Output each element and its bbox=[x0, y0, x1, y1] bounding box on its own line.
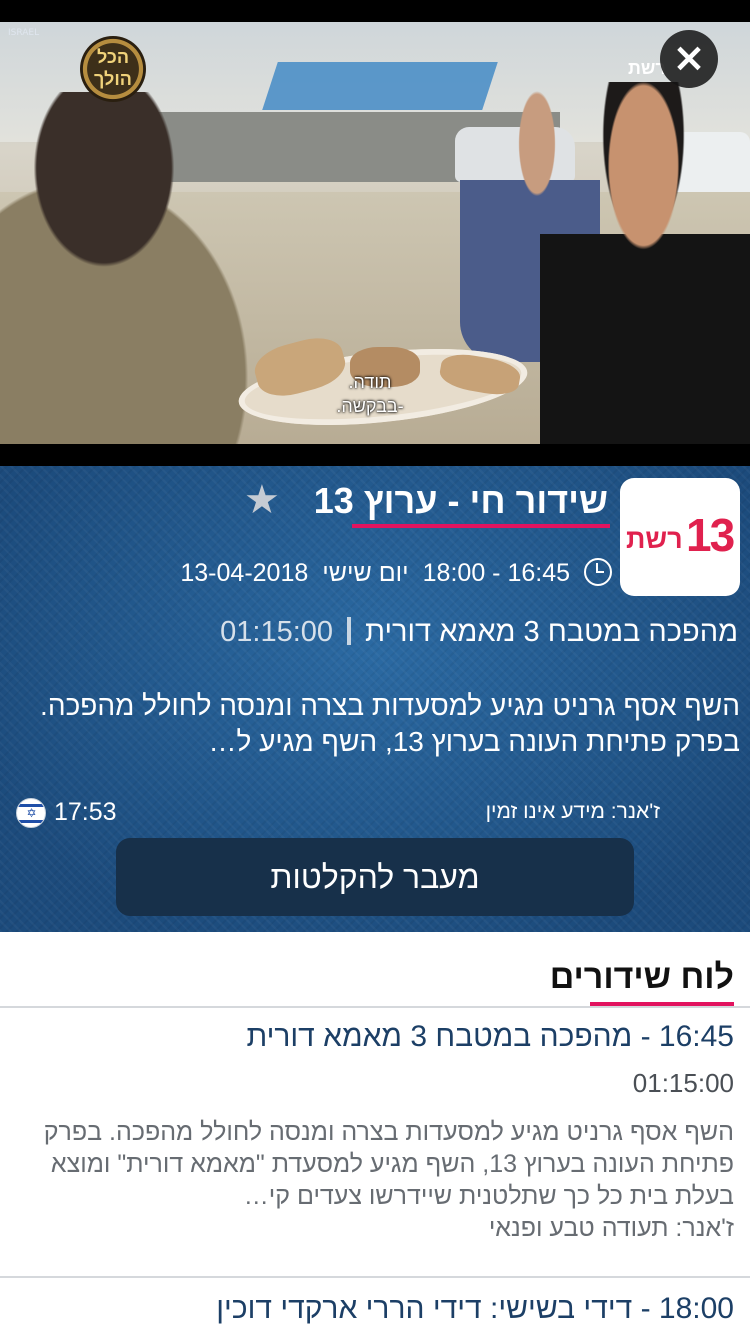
program-description: השף אסף גרניט מגיע למסעדות בצרה ומנסה לח… bbox=[40, 690, 740, 757]
top-status-strip bbox=[0, 0, 750, 22]
live-title: שידור חי - ערוץ 13 bbox=[313, 480, 608, 521]
star-icon[interactable]: ★ bbox=[244, 478, 280, 522]
channel-name: רשת bbox=[626, 524, 683, 554]
video-subtitle: תודה. -בבקשה. bbox=[300, 370, 440, 418]
date-label: 13-04-2018 bbox=[180, 559, 309, 587]
divider bbox=[0, 1006, 750, 1008]
schedule-item-name: דידי בשישי: דידי הררי ארקדי דוכין bbox=[216, 1292, 633, 1325]
divider bbox=[347, 617, 352, 645]
schedule-item-title[interactable]: 18:00 - דידי בשישי: דידי הררי ארקדי דוכי… bbox=[216, 1292, 734, 1326]
schedule-item-name: מהפכה במטבח 3 מאמא דורית bbox=[246, 1020, 633, 1053]
day-label: יום שישי bbox=[322, 559, 409, 587]
subtitle-line: -בבקשה. bbox=[336, 396, 404, 416]
video-player[interactable]: ISRAEL הכל הולך רשת תודה. -בבקשה. bbox=[0, 22, 750, 444]
program-row: מהפכה במטבח 3 מאמא דורית 01:15:00 bbox=[220, 616, 738, 649]
go-to-recordings-button[interactable]: מעבר להקלטות bbox=[116, 838, 634, 916]
title-underline bbox=[352, 524, 610, 528]
divider bbox=[0, 1276, 750, 1278]
flag-stripe bbox=[17, 820, 45, 823]
program-title: מהפכה במטבח 3 מאמא דורית bbox=[365, 616, 738, 648]
video-bottom-band bbox=[0, 444, 750, 466]
show-logo: הכל הולך bbox=[80, 36, 146, 102]
subtitle-line: תודה. bbox=[348, 372, 392, 392]
israel-flag-icon: ✡ bbox=[16, 798, 46, 828]
schedule-item-genre: ז'אנר: תעודה טבע ופנאי bbox=[488, 1214, 734, 1242]
schedule-item-duration: 01:15:00 bbox=[632, 1068, 734, 1098]
clock-icon bbox=[584, 558, 612, 586]
channel-logo[interactable]: 13 רשת bbox=[620, 478, 740, 596]
video-scene-person bbox=[540, 82, 750, 444]
live-info-panel: 13 רשת שידור חי - ערוץ 13 16:45 - 18:00 י… bbox=[0, 466, 750, 932]
channel-number: 13 bbox=[686, 509, 735, 561]
schedule-heading: לוח שידורים bbox=[549, 958, 734, 996]
schedule-item-description-text: השף אסף גרניט מגיע למסעדות בצרה ומנסה לח… bbox=[43, 1118, 734, 1210]
current-time: 17:53 bbox=[54, 798, 117, 826]
video-network-tag: ISRAEL bbox=[8, 28, 40, 38]
schedule-item-title[interactable]: 16:45 - מהפכה במטבח 3 מאמא דורית bbox=[246, 1020, 734, 1054]
star-of-david-icon: ✡ bbox=[26, 806, 37, 820]
schedule-item-time: 16:45 bbox=[658, 1020, 734, 1053]
time-range: 16:45 - 18:00 bbox=[422, 559, 570, 587]
broadcast-time-row: 16:45 - 18:00 יום שישי 13-04-2018 bbox=[166, 558, 612, 588]
schedule-item-dash: - bbox=[632, 1292, 651, 1325]
schedule-item-time: 18:00 bbox=[658, 1292, 734, 1325]
program-duration: 01:15:00 bbox=[220, 616, 334, 648]
close-icon[interactable]: × bbox=[660, 30, 718, 88]
schedule-item-dash: - bbox=[632, 1020, 651, 1053]
schedule-item-description: השף אסף גרניט מגיע למסעדות בצרה ומנסה לח… bbox=[18, 1116, 734, 1244]
genre-label: ז'אנר: מידע אינו זמין bbox=[485, 800, 660, 823]
